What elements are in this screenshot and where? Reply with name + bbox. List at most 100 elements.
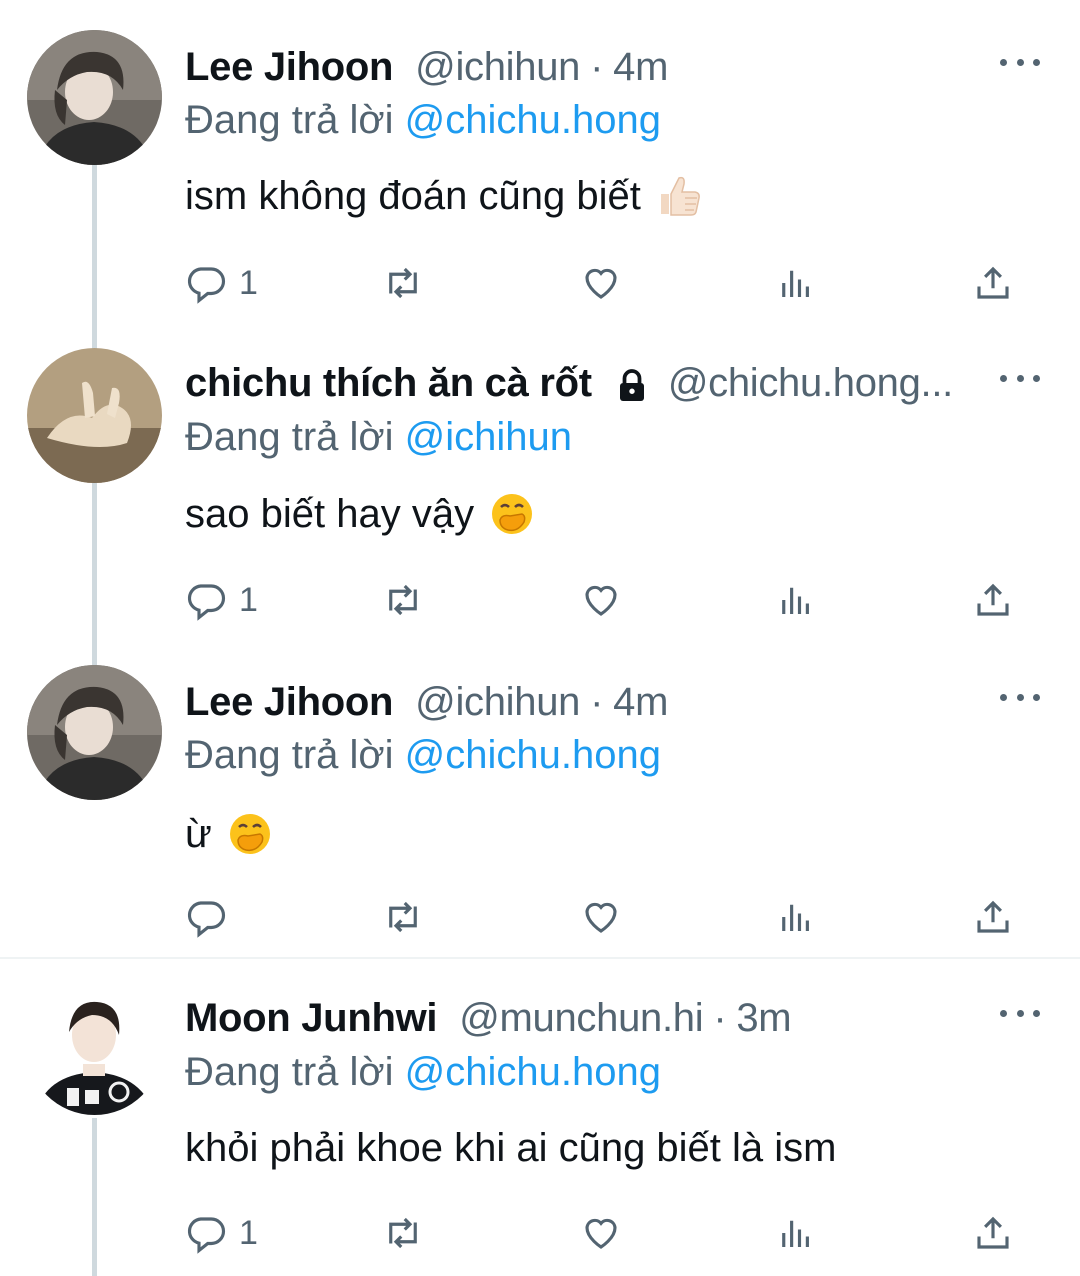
mention-link[interactable]: @chichu.hong <box>405 1050 661 1094</box>
avatar-photo <box>27 980 162 1115</box>
like-button[interactable] <box>580 258 622 308</box>
replying-to: Đang trả lời @chichu.hong <box>185 98 661 143</box>
views-button[interactable] <box>775 1208 817 1258</box>
reply-count: 1 <box>239 1213 258 1252</box>
more-icon[interactable] <box>1000 687 1040 707</box>
display-name[interactable]: Lee Jihoon <box>185 45 393 90</box>
tweet[interactable]: chichu thích ăn cà rốt @chichu.hong... Đ… <box>0 330 1080 650</box>
reply-icon <box>187 1217 226 1254</box>
more-icon[interactable] <box>1000 52 1040 72</box>
heart-icon <box>585 902 617 933</box>
thumbs-up-icon <box>655 172 703 220</box>
lock-icon <box>614 368 650 404</box>
share-button[interactable] <box>972 1208 1014 1258</box>
retweet-icon <box>389 584 417 616</box>
user-handle[interactable]: @chichu.hong... <box>668 361 953 406</box>
action-bar: 1 <box>185 1208 1035 1258</box>
views-icon <box>782 904 809 931</box>
share-button[interactable] <box>972 892 1014 942</box>
like-button[interactable] <box>580 1208 622 1258</box>
separator-dot: · <box>590 44 604 89</box>
replying-to: Đang trả lời @chichu.hong <box>185 733 661 778</box>
tweet-text: sao biết hay vậy <box>185 490 536 538</box>
mention-link[interactable]: @chichu.hong <box>405 733 661 777</box>
replying-label: Đang trả lời <box>185 415 394 459</box>
timestamp[interactable]: 4m <box>613 680 668 725</box>
avatar[interactable] <box>27 980 162 1115</box>
timestamp[interactable]: 3m <box>736 996 791 1041</box>
user-handle[interactable]: @munchun.hi <box>459 996 703 1041</box>
display-name[interactable]: Lee Jihoon <box>185 680 393 725</box>
avatar-photo <box>27 348 162 483</box>
more-icon[interactable] <box>1000 368 1040 388</box>
tweet-text-content: sao biết hay vậy <box>185 491 475 536</box>
tweet[interactable]: Lee Jihoon @ichihun · 4m Đang trả lời @c… <box>0 0 1080 330</box>
avatar[interactable] <box>27 665 162 800</box>
share-button[interactable] <box>972 575 1014 625</box>
retweet-button[interactable] <box>382 1208 424 1258</box>
tweet-text: ừ <box>185 810 274 858</box>
mention-link[interactable]: @chichu.hong <box>405 98 661 142</box>
more-icon[interactable] <box>1000 1003 1040 1023</box>
user-handle[interactable]: @ichihun <box>415 45 580 90</box>
hand-over-mouth-icon <box>488 490 536 538</box>
share-icon <box>977 1216 1009 1249</box>
share-icon <box>977 266 1009 299</box>
reply-button[interactable]: 1 <box>185 258 258 308</box>
tweet-header: Lee Jihoon @ichihun · 4m <box>185 672 1000 732</box>
display-name[interactable]: Moon Junhwi <box>185 996 438 1041</box>
tweet-header: chichu thích ăn cà rốt @chichu.hong... <box>185 353 1000 413</box>
tweet-header: Moon Junhwi @munchun.hi · 3m <box>185 988 1000 1048</box>
retweet-icon <box>389 901 417 933</box>
action-bar <box>185 892 1035 942</box>
replying-label: Đang trả lời <box>185 98 394 142</box>
like-button[interactable] <box>580 892 622 942</box>
avatar[interactable] <box>27 348 162 483</box>
views-button[interactable] <box>775 575 817 625</box>
reply-icon <box>187 584 226 621</box>
hand-over-mouth-icon <box>226 810 274 858</box>
tweet-text: khỏi phải khoe khi ai cũng biết là ism <box>185 1126 836 1171</box>
tweet[interactable]: Lee Jihoon @ichihun · 4m Đang trả lời @c… <box>0 650 1080 955</box>
replying-label: Đang trả lời <box>185 1050 394 1094</box>
share-icon <box>977 583 1009 616</box>
share-button[interactable] <box>972 258 1014 308</box>
tweet-text-content: khỏi phải khoe khi ai cũng biết là ism <box>185 1126 837 1170</box>
replying-to: Đang trả lời @ichihun <box>185 415 572 460</box>
views-icon <box>782 1220 809 1247</box>
retweet-icon <box>389 267 417 299</box>
views-button[interactable] <box>775 258 817 308</box>
tweet-text: ism không đoán cũng biết <box>185 172 703 220</box>
timestamp[interactable]: 4m <box>613 45 668 90</box>
reply-button[interactable] <box>185 892 239 942</box>
user-handle[interactable]: @ichihun <box>415 680 580 725</box>
views-icon <box>782 587 809 614</box>
tweet-text-content: ừ <box>185 811 212 856</box>
share-icon <box>977 900 1009 933</box>
action-bar: 1 <box>185 575 1035 625</box>
tweet-header: Lee Jihoon @ichihun · 4m <box>185 37 1000 97</box>
avatar-photo <box>27 665 162 800</box>
tweet[interactable]: Moon Junhwi @munchun.hi · 3m Đang trả lờ… <box>0 960 1080 1276</box>
separator-dot: · <box>590 679 604 724</box>
mention-link[interactable]: @ichihun <box>405 415 572 459</box>
replying-to: Đang trả lời @chichu.hong <box>185 1050 661 1095</box>
tweet-text-content: ism không đoán cũng biết <box>185 173 641 218</box>
display-name[interactable]: chichu thích ăn cà rốt <box>185 361 592 406</box>
avatar[interactable] <box>27 30 162 165</box>
reply-button[interactable]: 1 <box>185 575 258 625</box>
reply-button[interactable]: 1 <box>185 1208 258 1258</box>
retweet-icon <box>389 1217 417 1249</box>
views-button[interactable] <box>775 892 817 942</box>
heart-icon <box>585 1218 617 1249</box>
retweet-button[interactable] <box>382 575 424 625</box>
heart-icon <box>585 585 617 616</box>
divider <box>0 957 1080 959</box>
reply-count: 1 <box>239 580 258 619</box>
retweet-button[interactable] <box>382 258 424 308</box>
retweet-button[interactable] <box>382 892 424 942</box>
views-icon <box>782 270 809 297</box>
reply-count: 1 <box>239 263 258 302</box>
like-button[interactable] <box>580 575 622 625</box>
action-bar: 1 <box>185 258 1035 308</box>
